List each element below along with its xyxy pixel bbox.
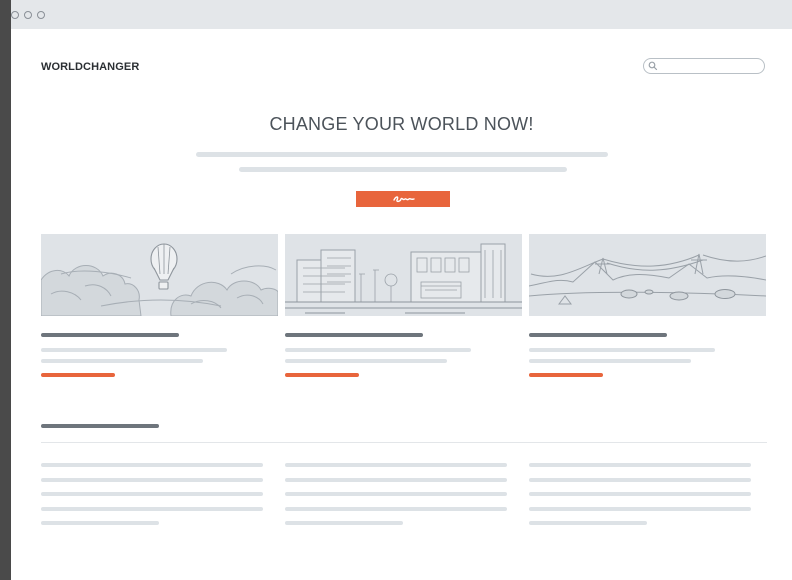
card-2-image[interactable] <box>285 234 522 316</box>
column-3-line-2 <box>529 478 751 482</box>
card-2-title-line <box>285 333 423 337</box>
card-2-text-line-2 <box>285 359 447 363</box>
window-close-control[interactable] <box>11 11 19 19</box>
card-3-read-more-link[interactable] <box>529 373 603 377</box>
card-3-text-line-2 <box>529 359 691 363</box>
window-titlebar <box>11 0 792 29</box>
column-1-line-3 <box>41 492 263 496</box>
desert-powerlines-illustration <box>529 253 766 305</box>
section-heading-line <box>41 424 159 428</box>
cta-button[interactable] <box>356 191 450 207</box>
column-3-line-3 <box>529 492 751 496</box>
column-3-line-5 <box>529 521 647 525</box>
column-2-line-4 <box>285 507 507 511</box>
column-2-line-5 <box>285 521 403 525</box>
column-1-line-2 <box>41 478 263 482</box>
card-2-text-line-1 <box>285 348 471 352</box>
site-logo[interactable]: WORLDCHANGER <box>41 61 139 73</box>
search-input[interactable] <box>643 58 765 74</box>
column-2-line-1 <box>285 463 507 467</box>
window-maximize-control[interactable] <box>37 11 45 19</box>
card-1-text-line-2 <box>41 359 203 363</box>
column-2-line-3 <box>285 492 507 496</box>
card-1-title-line <box>41 333 179 337</box>
hot-air-balloon-illustration <box>41 243 278 316</box>
card-3-text-line-1 <box>529 348 715 352</box>
card-1-read-more-link[interactable] <box>41 373 115 377</box>
card-3-title-line <box>529 333 667 337</box>
hero-subtitle-line-2 <box>239 167 567 172</box>
search-icon <box>648 61 658 71</box>
column-1-line-4 <box>41 507 263 511</box>
window-minimize-control[interactable] <box>24 11 32 19</box>
card-2-read-more-link[interactable] <box>285 373 359 377</box>
browser-window: WORLDCHANGER CHANGE YOUR WORLD NOW! <box>11 0 792 580</box>
column-3-line-1 <box>529 463 751 467</box>
hero-subtitle-line-1 <box>196 152 608 157</box>
column-3-line-4 <box>529 507 751 511</box>
hero-title: CHANGE YOUR WORLD NOW! <box>269 114 534 134</box>
section-divider <box>41 442 767 443</box>
city-buildings-illustration <box>285 243 522 314</box>
signature-scribble-icon <box>393 196 415 203</box>
column-1-line-1 <box>41 463 263 467</box>
column-1-line-5 <box>41 521 159 525</box>
column-2-line-2 <box>285 478 507 482</box>
card-1-image[interactable] <box>41 234 278 316</box>
card-1-text-line-1 <box>41 348 227 352</box>
card-3-image[interactable] <box>529 234 766 316</box>
